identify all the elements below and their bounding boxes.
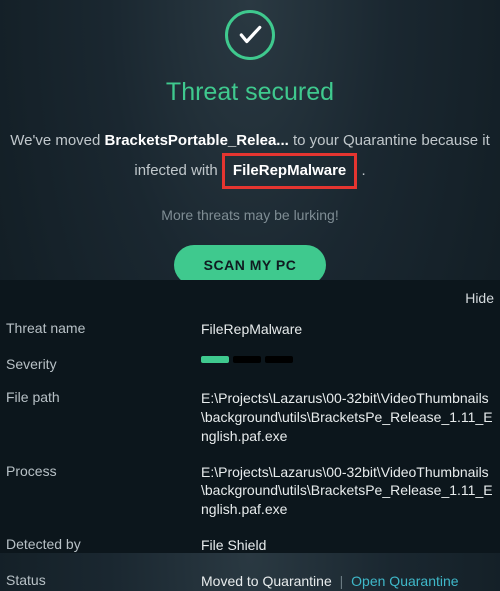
alert-subtext: More threats may be lurking!: [0, 207, 500, 223]
message-infected-prefix: infected with: [134, 162, 222, 179]
value-detected-by: File Shield: [201, 536, 494, 555]
label-process: Process: [6, 463, 201, 520]
severity-bar-2: [233, 356, 261, 363]
label-threat-name: Threat name: [6, 320, 201, 339]
scan-pc-button[interactable]: SCAN MY PC: [174, 245, 327, 285]
hide-details-link[interactable]: Hide: [465, 290, 494, 306]
alert-message: We've moved BracketsPortable_Relea... to…: [0, 129, 500, 189]
value-file-path: E:\Projects\Lazarus\00-32bit\VideoThumbn…: [201, 389, 494, 446]
detail-row-status: Status Moved to Quarantine | Open Quaran…: [6, 572, 494, 591]
value-severity: [201, 356, 494, 372]
label-severity: Severity: [6, 356, 201, 372]
threat-name-highlight: FileRepMalware: [222, 153, 357, 189]
severity-indicator: [201, 356, 494, 363]
threat-filename: BracketsPortable_Relea...: [105, 132, 289, 149]
detail-row-file-path: File path E:\Projects\Lazarus\00-32bit\V…: [6, 389, 494, 446]
label-status: Status: [6, 572, 201, 591]
value-threat-name: FileRepMalware: [201, 320, 494, 339]
value-process: E:\Projects\Lazarus\00-32bit\VideoThumbn…: [201, 463, 494, 520]
open-quarantine-link[interactable]: Open Quarantine: [351, 573, 458, 589]
status-separator: |: [340, 573, 344, 589]
checkmark-icon: [225, 10, 275, 60]
message-prefix: We've moved: [10, 132, 104, 149]
details-panel: Hide Threat name FileRepMalware Severity…: [0, 280, 500, 553]
message-period: .: [361, 162, 365, 179]
detail-row-severity: Severity: [6, 356, 494, 372]
detail-row-threat-name: Threat name FileRepMalware: [6, 320, 494, 339]
value-status: Moved to Quarantine | Open Quarantine: [201, 572, 494, 591]
detail-row-process: Process E:\Projects\Lazarus\00-32bit\Vid…: [6, 463, 494, 520]
severity-bar-1: [201, 356, 229, 363]
status-moved-text: Moved to Quarantine: [201, 573, 332, 589]
alert-header: Threat secured We've moved BracketsPorta…: [0, 0, 500, 285]
severity-bar-3: [265, 356, 293, 363]
label-file-path: File path: [6, 389, 201, 446]
detail-row-detected-by: Detected by File Shield: [6, 536, 494, 555]
label-detected-by: Detected by: [6, 536, 201, 555]
details-list: Threat name FileRepMalware Severity File…: [0, 280, 500, 591]
message-middle: to your Quarantine because it: [293, 132, 490, 149]
alert-title: Threat secured: [0, 78, 500, 107]
